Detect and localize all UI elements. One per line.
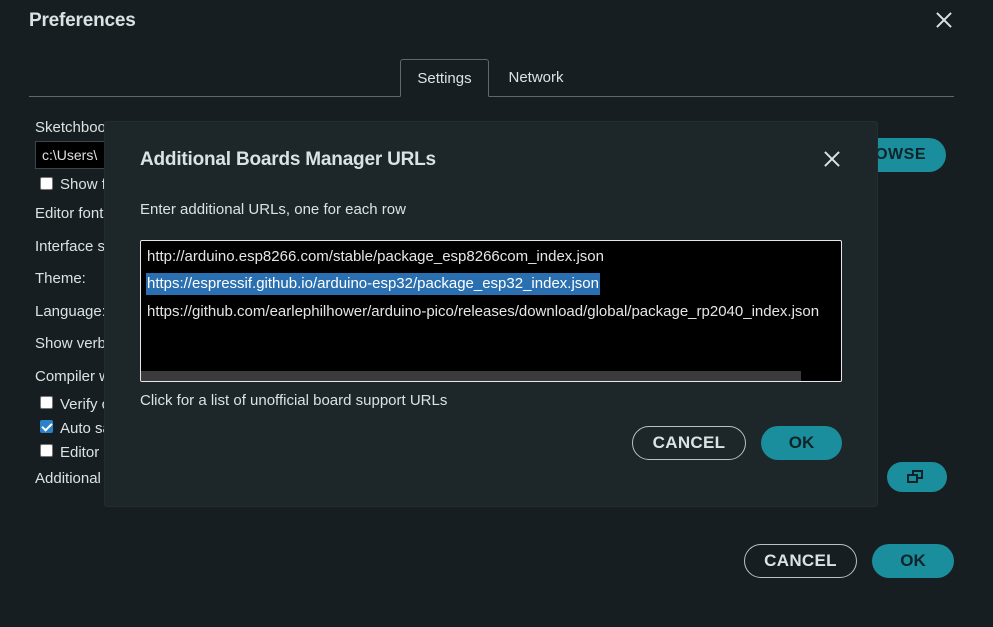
urls-textarea[interactable]: http://arduino.esp8266.com/stable/packag… xyxy=(140,240,842,382)
boards-urls-dialog: Additional Boards Manager URLs Enter add… xyxy=(105,122,877,506)
language-label: Language: xyxy=(35,303,106,320)
show-files-checkbox[interactable] xyxy=(40,177,53,190)
theme-label: Theme: xyxy=(35,270,86,287)
dialog-title: Additional Boards Manager URLs xyxy=(140,149,436,170)
url-row[interactable]: http://arduino.esp8266.com/stable/packag… xyxy=(147,246,604,268)
horizontal-scrollbar[interactable] xyxy=(141,371,801,381)
tab-settings[interactable]: Settings xyxy=(400,59,489,97)
editor-suggestions-checkbox[interactable] xyxy=(40,444,53,457)
url-row[interactable]: https://github.com/earlephilhower/arduin… xyxy=(147,301,819,323)
open-urls-window-button[interactable] xyxy=(887,462,947,492)
close-icon[interactable] xyxy=(935,11,953,29)
dialog-cancel-button[interactable]: CANCEL xyxy=(632,426,746,460)
verify-checkbox[interactable] xyxy=(40,396,53,409)
ok-button[interactable]: OK xyxy=(872,544,954,578)
tabs-divider xyxy=(29,96,954,97)
close-icon[interactable] xyxy=(823,150,841,168)
unofficial-urls-link[interactable]: Click for a list of unofficial board sup… xyxy=(140,392,447,409)
url-row-selected[interactable]: https://espressif.github.io/arduino-esp3… xyxy=(146,273,600,295)
sketchbook-path-input[interactable]: c:\Users\ xyxy=(35,141,115,169)
dialog-instruction: Enter additional URLs, one for each row xyxy=(140,201,406,218)
preferences-title: Preferences xyxy=(29,10,136,31)
window-icon-front xyxy=(907,474,918,483)
dialog-ok-button[interactable]: OK xyxy=(761,426,842,460)
tab-network[interactable]: Network xyxy=(492,59,580,97)
auto-save-checkbox[interactable] xyxy=(40,420,53,433)
cancel-button[interactable]: CANCEL xyxy=(744,544,857,578)
